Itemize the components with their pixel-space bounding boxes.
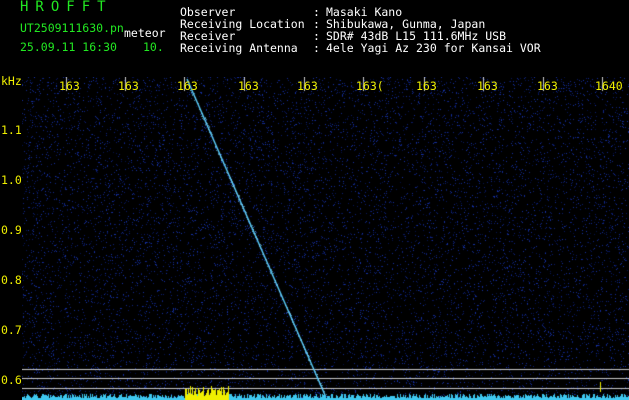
spectrogram-canvas	[22, 77, 629, 400]
y-tick-label: 0.6	[1, 373, 22, 387]
time-tick-label: 163	[177, 79, 198, 93]
time-tick-label: 163	[118, 79, 139, 93]
y-tick-label: 1.1	[1, 123, 22, 137]
time-tick-label: 163	[416, 79, 437, 93]
antenna-value: 4ele Yagi Az 230 for Kansai VOR	[326, 41, 541, 55]
filename-label: UT2509111630.pn	[20, 21, 124, 35]
y-tick-label: 0.8	[1, 273, 22, 287]
header-panel: HROFFT UT2509111630.pn meteor 25.09.11 1…	[0, 0, 629, 76]
time-tick-label: 163(	[356, 79, 384, 93]
antenna-label: Receiving Antenna	[180, 41, 298, 55]
mode-label: meteor	[124, 26, 166, 40]
time-tick-label: 163	[59, 79, 80, 93]
level-label: 10.	[143, 40, 164, 54]
time-tick-label: 1640	[595, 79, 623, 93]
antenna-sep: :	[313, 41, 320, 55]
y-tick-label: 1.0	[1, 173, 22, 187]
time-tick-label: 163	[477, 79, 498, 93]
y-tick-label: 0.7	[1, 323, 22, 337]
y-tick-label: 0.9	[1, 223, 22, 237]
freq-unit-label: kHz	[1, 74, 22, 88]
time-tick-label: 163	[297, 79, 318, 93]
time-tick-label: 163	[238, 79, 259, 93]
brand-title: HROFFT	[20, 0, 113, 15]
time-tick-label: 163	[537, 79, 558, 93]
datetime-label: 25.09.11 16:30	[20, 40, 117, 54]
